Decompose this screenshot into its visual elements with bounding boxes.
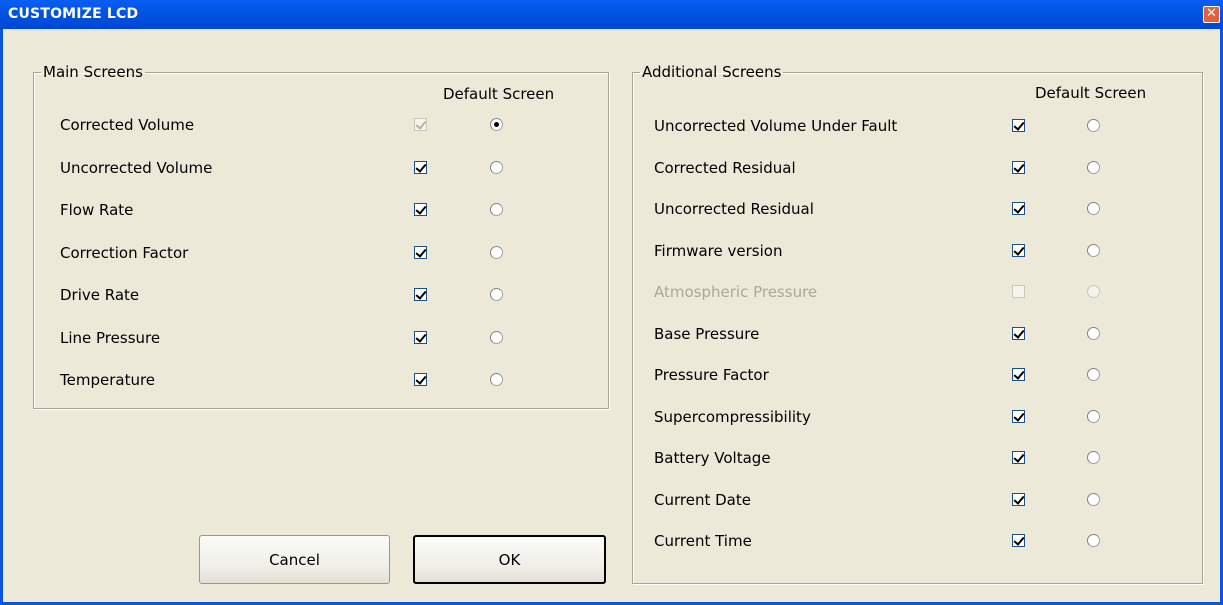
default-radio-corrected-residual[interactable] <box>1087 160 1100 174</box>
screen-row-supercompressibility: Supercompressibility <box>632 406 1203 432</box>
checkbox-atmospheric-pressure <box>1012 285 1025 298</box>
checkbox-firmware-version[interactable] <box>1012 243 1025 257</box>
checkbox-supercompressibility[interactable] <box>1012 409 1025 423</box>
close-button[interactable]: ✕ <box>1203 6 1220 23</box>
screen-label-current-date: Current Date <box>654 490 751 509</box>
window-border-left <box>0 29 3 605</box>
screen-row-temperature: Temperature <box>33 369 609 395</box>
checkbox-uncorrected-volume-under-fault[interactable] <box>1012 119 1025 132</box>
default-radio-uncorrected-volume-under-fault[interactable] <box>1087 119 1100 132</box>
screen-row-pressure-factor: Pressure Factor <box>632 364 1203 390</box>
additional-default-screen-header: Default Screen <box>1035 84 1147 102</box>
checkbox-corrected-residual[interactable] <box>1012 160 1025 174</box>
screen-row-correction-factor: Correction Factor <box>33 242 609 268</box>
screen-label-corrected-residual: Corrected Residual <box>654 158 796 177</box>
default-radio-current-time[interactable] <box>1087 534 1100 547</box>
screen-label-current-time: Current Time <box>654 532 752 550</box>
screen-row-firmware-version: Firmware version <box>632 240 1203 266</box>
title-bar: CUSTOMIZE LCD ✕ <box>0 0 1223 29</box>
screen-label-flow-rate: Flow Rate <box>60 201 134 219</box>
default-radio-flow-rate[interactable] <box>490 203 503 216</box>
cancel-button[interactable]: Cancel <box>199 535 390 584</box>
checkbox-current-date[interactable] <box>1012 492 1025 506</box>
checkbox-uncorrected-residual[interactable] <box>1012 202 1025 215</box>
screen-row-line-pressure: Line Pressure <box>33 327 609 353</box>
screen-label-pressure-factor: Pressure Factor <box>654 366 769 384</box>
main-screens-area: Default Screen Corrected Volume Uncorrect… <box>33 63 609 409</box>
screen-label-line-pressure: Line Pressure <box>60 328 161 347</box>
default-radio-uncorrected-volume[interactable] <box>490 160 503 174</box>
screen-row-battery-voltage: Battery Voltage <box>632 447 1203 473</box>
checkbox-corrected-volume <box>414 118 427 131</box>
default-radio-supercompressibility[interactable] <box>1087 409 1100 423</box>
default-radio-drive-rate[interactable] <box>490 288 503 301</box>
checkbox-current-time[interactable] <box>1012 534 1025 547</box>
screen-row-uncorrected-volume: Uncorrected Volume <box>33 157 609 183</box>
default-radio-uncorrected-residual[interactable] <box>1087 202 1100 215</box>
checkbox-temperature[interactable] <box>414 373 427 386</box>
close-icon: ✕ <box>1206 6 1217 21</box>
checkbox-battery-voltage[interactable] <box>1012 451 1025 464</box>
ok-button[interactable]: OK <box>413 535 606 584</box>
screen-row-drive-rate: Drive Rate <box>33 284 609 310</box>
screen-label-temperature: Temperature <box>60 371 156 389</box>
default-radio-current-date[interactable] <box>1087 492 1100 506</box>
checkbox-pressure-factor[interactable] <box>1012 368 1025 381</box>
screen-row-corrected-volume: Corrected Volume <box>33 114 609 140</box>
screen-label-corrected-volume: Corrected Volume <box>60 116 195 134</box>
window-title: CUSTOMIZE LCD <box>8 6 139 22</box>
screen-row-current-date: Current Date <box>632 489 1203 515</box>
screen-row-uncorrected-volume-under-fault: Uncorrected Volume Under Fault <box>632 115 1203 141</box>
default-radio-corrected-volume[interactable] <box>490 118 503 131</box>
default-radio-firmware-version[interactable] <box>1087 243 1100 257</box>
default-radio-atmospheric-pressure[interactable] <box>1087 285 1100 298</box>
screen-label-uncorrected-volume-under-fault: Uncorrected Volume Under Fault <box>654 117 898 135</box>
checkbox-line-pressure[interactable] <box>414 330 427 344</box>
default-radio-temperature[interactable] <box>490 373 503 386</box>
checkbox-correction-factor[interactable] <box>414 245 427 259</box>
default-radio-correction-factor[interactable] <box>490 245 503 259</box>
screen-label-uncorrected-residual: Uncorrected Residual <box>654 200 814 218</box>
screen-label-uncorrected-volume: Uncorrected Volume <box>60 158 213 177</box>
default-radio-battery-voltage[interactable] <box>1087 451 1100 464</box>
screen-label-firmware-version: Firmware version <box>654 241 783 260</box>
screen-row-current-time: Current Time <box>632 530 1203 556</box>
screen-row-corrected-residual: Corrected Residual <box>632 157 1203 183</box>
screen-label-base-pressure: Base Pressure <box>654 324 760 343</box>
checkbox-uncorrected-volume[interactable] <box>414 160 427 174</box>
screen-row-uncorrected-residual: Uncorrected Residual <box>632 198 1203 224</box>
screen-row-base-pressure: Base Pressure <box>632 323 1203 349</box>
screen-row-atmospheric-pressure: Atmospheric Pressure <box>632 281 1203 307</box>
default-radio-pressure-factor[interactable] <box>1087 368 1100 381</box>
screen-label-drive-rate: Drive Rate <box>60 286 140 304</box>
default-radio-line-pressure[interactable] <box>490 330 503 344</box>
checkbox-base-pressure[interactable] <box>1012 326 1025 340</box>
main-default-screen-header: Default Screen <box>443 85 555 103</box>
screen-label-atmospheric-pressure: Atmospheric Pressure <box>654 283 818 301</box>
screen-row-flow-rate: Flow Rate <box>33 199 609 225</box>
checkbox-drive-rate[interactable] <box>414 288 427 301</box>
screen-label-battery-voltage: Battery Voltage <box>654 449 771 467</box>
screen-label-supercompressibility: Supercompressibility <box>654 407 811 426</box>
default-radio-base-pressure[interactable] <box>1087 326 1100 340</box>
additional-screens-area: Default Screen Uncorrected Volume Under … <box>632 63 1203 584</box>
screen-label-correction-factor: Correction Factor <box>60 243 189 262</box>
checkbox-flow-rate[interactable] <box>414 203 427 216</box>
